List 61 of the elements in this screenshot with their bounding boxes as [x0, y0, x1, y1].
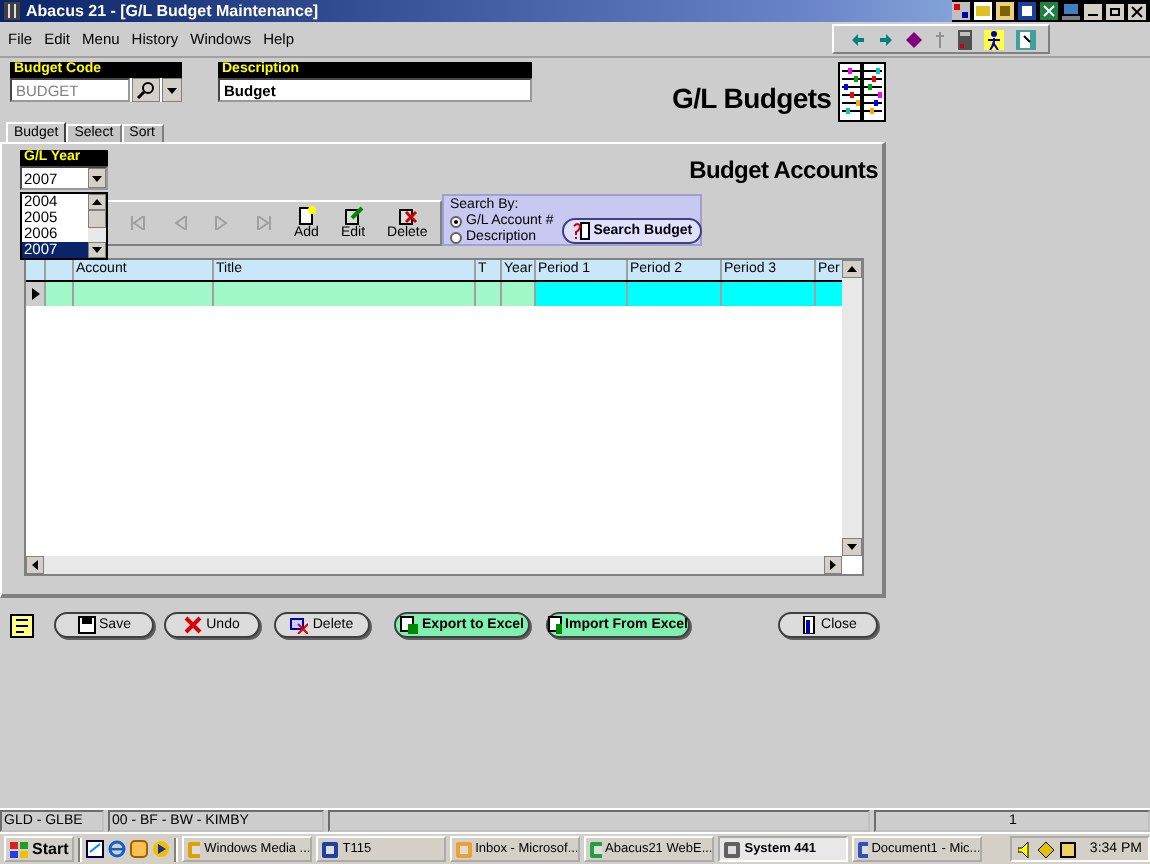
tray-app-icon[interactable] [952, 2, 970, 20]
delete-icon [290, 616, 309, 634]
spreadsheet-icon [400, 616, 419, 634]
scroll-thumb[interactable] [88, 210, 106, 228]
minimize-button[interactable] [1084, 3, 1102, 19]
close-button[interactable] [1128, 3, 1146, 19]
app-icon [590, 841, 602, 857]
scroll-down-button[interactable] [842, 538, 862, 556]
table-cell [476, 282, 502, 306]
table-cell [722, 282, 816, 306]
search-button[interactable] [132, 78, 160, 102]
app-icon [4, 2, 20, 20]
scroll-right-button[interactable] [824, 556, 842, 574]
question-icon [571, 221, 590, 239]
abacus-icon [837, 62, 886, 122]
app-icon [322, 841, 339, 857]
media-icon[interactable] [152, 840, 171, 858]
horizontal-scrollbar[interactable] [26, 556, 842, 574]
app-icon [724, 841, 741, 857]
radio-button[interactable] [450, 216, 462, 228]
start-button[interactable]: Start [4, 836, 75, 862]
scroll-up-button[interactable] [88, 194, 106, 210]
delete-icon [397, 205, 418, 225]
notes-icon[interactable] [10, 613, 34, 637]
scroll-left-button[interactable] [26, 556, 44, 574]
restore-button[interactable] [1106, 3, 1124, 19]
calculator-icon[interactable] [958, 29, 973, 49]
right-arrow-icon[interactable] [878, 31, 895, 47]
table-cell [628, 282, 722, 306]
door-icon [799, 616, 818, 634]
dropdown-button[interactable] [162, 78, 182, 102]
app-icon [188, 841, 201, 857]
table-cell [536, 282, 628, 306]
dropdown-button[interactable] [88, 168, 106, 188]
cross-icon [184, 616, 203, 634]
word-icon[interactable] [1018, 2, 1036, 20]
table-cell [502, 282, 536, 306]
scroll-up-button[interactable] [842, 260, 862, 278]
windows-flag-icon [10, 841, 28, 857]
exit-door-icon[interactable] [1016, 29, 1037, 49]
section-title: Budget Accounts [689, 156, 878, 184]
app-icon [858, 841, 868, 857]
computer-icon[interactable] [1062, 2, 1080, 20]
person-icon[interactable] [984, 29, 1005, 49]
left-arrow-icon[interactable] [850, 31, 867, 47]
diamond-icon[interactable] [906, 31, 923, 47]
app-icon [456, 841, 472, 857]
scroll-down-button[interactable] [88, 242, 106, 258]
edit-icon [343, 205, 363, 225]
speaker-icon[interactable] [1017, 841, 1032, 857]
radio-button[interactable] [450, 232, 462, 244]
desktop-icon[interactable] [86, 840, 105, 858]
page-heading: G/L Budgets [672, 82, 832, 114]
new-page-icon [296, 205, 317, 225]
browser-icon[interactable] [108, 840, 127, 858]
spreadsheet-icon[interactable] [1040, 2, 1058, 20]
mail-icon[interactable] [130, 840, 149, 858]
table-cell [74, 282, 214, 306]
spreadsheet-icon [548, 616, 562, 634]
vertical-scrollbar[interactable] [842, 260, 862, 556]
window-title: Abacus 21 - [G/L Budget Maintenance] [26, 1, 319, 21]
